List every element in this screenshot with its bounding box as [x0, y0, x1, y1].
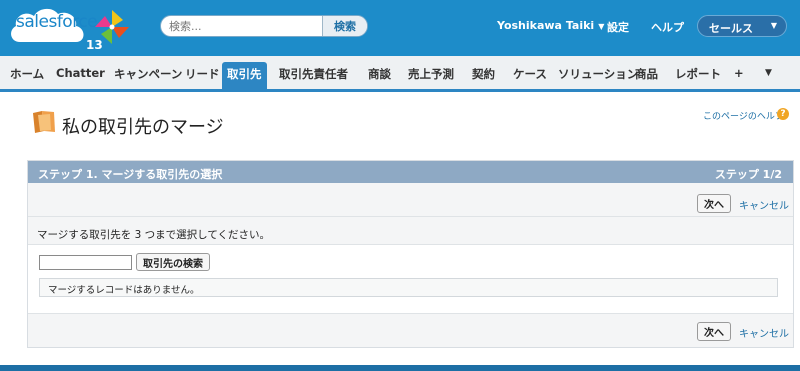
pinwheel-icon [95, 10, 129, 44]
help-link[interactable]: ヘルプ [651, 19, 684, 35]
plus-icon[interactable]: + [734, 66, 744, 80]
tab-bar: ホーム Chatter キャンペーン リード 取引先 取引先責任者 商談 売上予… [0, 56, 800, 92]
chevron-down-icon[interactable]: ▼ [765, 68, 772, 78]
tab-leads[interactable]: リード [185, 66, 220, 82]
tab-opportunities[interactable]: 商談 [368, 66, 391, 82]
search-input[interactable] [169, 18, 319, 34]
app-menu-label: セールス [709, 22, 753, 35]
tab-solutions[interactable]: ソリューション [558, 66, 638, 82]
no-records-message: マージするレコードはありません。 [48, 285, 200, 296]
next-button-top[interactable]: 次へ [697, 194, 731, 213]
page-help-link[interactable]: このページのヘルプ [703, 109, 784, 122]
account-search-button[interactable]: 取引先の検索 [136, 253, 210, 271]
records-list: マージするレコードはありません。 [39, 278, 778, 297]
cancel-link-bottom[interactable]: キャンセル [739, 325, 789, 340]
accounts-folder-icon [33, 111, 55, 133]
global-search: 検索 [160, 15, 368, 37]
merge-panel: ステップ 1. マージする取引先の選択 ステップ 1/2 次へ キャンセル マー… [27, 160, 794, 348]
header-bar: salesforce 13 検索 Yoshikawa Taiki▼ 設定 ヘルプ… [0, 0, 800, 56]
footer-bar [0, 365, 800, 371]
top-button-row: 次へ キャンセル [28, 183, 793, 217]
app-menu[interactable]: セールス ▼ [697, 15, 787, 37]
instruction-text: マージする取引先を 3 つまで選択してください。 [37, 229, 271, 241]
user-name: Yoshikawa Taiki [497, 19, 595, 32]
tab-contacts[interactable]: 取引先責任者 [279, 66, 348, 82]
step-label: ステップ 1. マージする取引先の選択 [38, 168, 223, 181]
page-title: 私の取引先のマージ [62, 117, 224, 138]
setup-link[interactable]: 設定 [607, 19, 629, 35]
tab-reports[interactable]: レポート [675, 66, 721, 82]
tab-products[interactable]: 商品 [635, 66, 658, 82]
cancel-link-top[interactable]: キャンセル [739, 197, 789, 212]
step-count: ステップ 1/2 [714, 168, 782, 181]
tab-contracts[interactable]: 契約 [472, 66, 495, 82]
user-menu[interactable]: Yoshikawa Taiki ▼ [497, 19, 604, 32]
next-button-bottom[interactable]: 次へ [697, 322, 731, 341]
logo-text: salesforce [16, 12, 98, 32]
tab-campaigns[interactable]: キャンペーン [114, 66, 182, 82]
tab-forecasts[interactable]: 売上予測 [408, 66, 454, 82]
search-button[interactable]: 検索 [322, 16, 367, 36]
account-search-input[interactable] [39, 255, 132, 270]
tab-cases[interactable]: ケース [513, 66, 547, 82]
panel-header: ステップ 1. マージする取引先の選択 ステップ 1/2 [28, 161, 793, 183]
caret-down-icon: ▼ [598, 22, 605, 31]
account-search-section: 取引先の検索 マージするレコードはありません。 [28, 244, 793, 314]
salesforce-logo[interactable]: salesforce 13 [6, 4, 103, 52]
tab-home[interactable]: ホーム [10, 66, 44, 82]
tab-chatter[interactable]: Chatter [56, 66, 105, 80]
caret-down-icon: ▼ [770, 21, 777, 30]
help-icon[interactable]: ? [777, 108, 789, 120]
tab-accounts[interactable]: 取引先 [222, 62, 267, 89]
